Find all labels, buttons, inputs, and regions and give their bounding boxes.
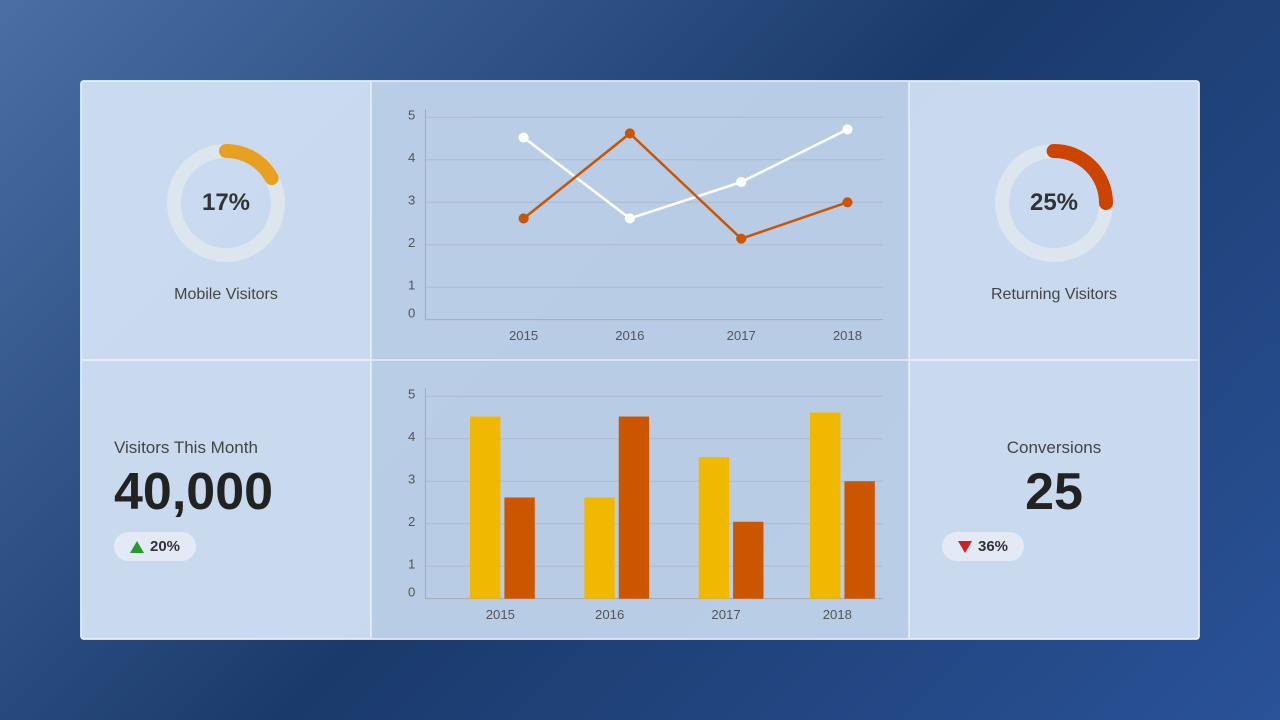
- svg-text:4: 4: [408, 150, 415, 165]
- bar-2018-orange: [844, 481, 874, 598]
- conversions-label: Conversions: [1007, 438, 1102, 458]
- bar-2018-yellow: [810, 412, 840, 598]
- svg-text:2018: 2018: [823, 607, 852, 622]
- visitors-trend-badge: 20%: [114, 532, 196, 561]
- bar-chart-svg: 5 4 3 2 1 0 2015 2016 2017 2018: [387, 371, 893, 628]
- svg-text:2016: 2016: [595, 607, 624, 622]
- bar-chart-cell: 5 4 3 2 1 0 2015 2016 2017 2018: [371, 360, 909, 639]
- returning-percent: 25%: [1030, 189, 1078, 217]
- conversions-trend-value: 36%: [978, 538, 1008, 555]
- svg-text:1: 1: [408, 556, 415, 571]
- mobile-donut-container: 17%: [161, 138, 291, 268]
- svg-text:3: 3: [408, 192, 415, 207]
- line-chart-svg: 5 4 3 2 1 0 2015 2016 2017 2018: [387, 92, 893, 349]
- conversions-cell: Conversions 25 36%: [909, 360, 1199, 639]
- svg-text:2015: 2015: [486, 607, 515, 622]
- trend-down-arrow: [958, 541, 972, 553]
- mobile-visitors-cell: 17% Mobile Visitors: [81, 81, 371, 360]
- mobile-visitors-label: Mobile Visitors: [174, 286, 278, 304]
- svg-text:1: 1: [408, 277, 415, 292]
- svg-text:2017: 2017: [727, 328, 756, 343]
- svg-text:4: 4: [408, 429, 415, 444]
- conversions-value: 25: [1025, 466, 1083, 518]
- svg-text:2: 2: [408, 235, 415, 250]
- dashboard: 17% Mobile Visitors 5 4 3 2 1 0 2015 201…: [80, 80, 1200, 640]
- mobile-percent: 17%: [202, 189, 250, 217]
- svg-text:2017: 2017: [711, 607, 740, 622]
- svg-text:3: 3: [408, 471, 415, 486]
- bar-2017-yellow: [699, 457, 729, 599]
- svg-text:0: 0: [408, 306, 415, 321]
- trend-up-arrow: [130, 541, 144, 553]
- bar-2016-orange: [619, 417, 649, 599]
- conversions-trend-badge: 36%: [942, 532, 1024, 561]
- bar-2015-orange: [504, 497, 534, 598]
- returning-visitors-cell: 25% Returning Visitors: [909, 81, 1199, 360]
- line-chart-cell: 5 4 3 2 1 0 2015 2016 2017 2018: [371, 81, 909, 360]
- bar-2015-yellow: [470, 417, 500, 599]
- visitors-trend-value: 20%: [150, 538, 180, 555]
- svg-text:5: 5: [408, 107, 415, 122]
- returning-visitors-label: Returning Visitors: [991, 286, 1117, 304]
- svg-text:2018: 2018: [833, 328, 862, 343]
- svg-text:5: 5: [408, 386, 415, 401]
- visitors-month-label: Visitors This Month: [114, 438, 258, 458]
- svg-text:0: 0: [408, 585, 415, 600]
- bar-2016-yellow: [584, 497, 614, 598]
- svg-text:2: 2: [408, 514, 415, 529]
- svg-text:2016: 2016: [615, 328, 644, 343]
- bar-2017-orange: [733, 522, 763, 599]
- visitors-month-cell: Visitors This Month 40,000 20%: [81, 360, 371, 639]
- svg-text:2015: 2015: [509, 328, 538, 343]
- returning-donut-container: 25%: [989, 138, 1119, 268]
- visitors-month-value: 40,000: [114, 466, 273, 518]
